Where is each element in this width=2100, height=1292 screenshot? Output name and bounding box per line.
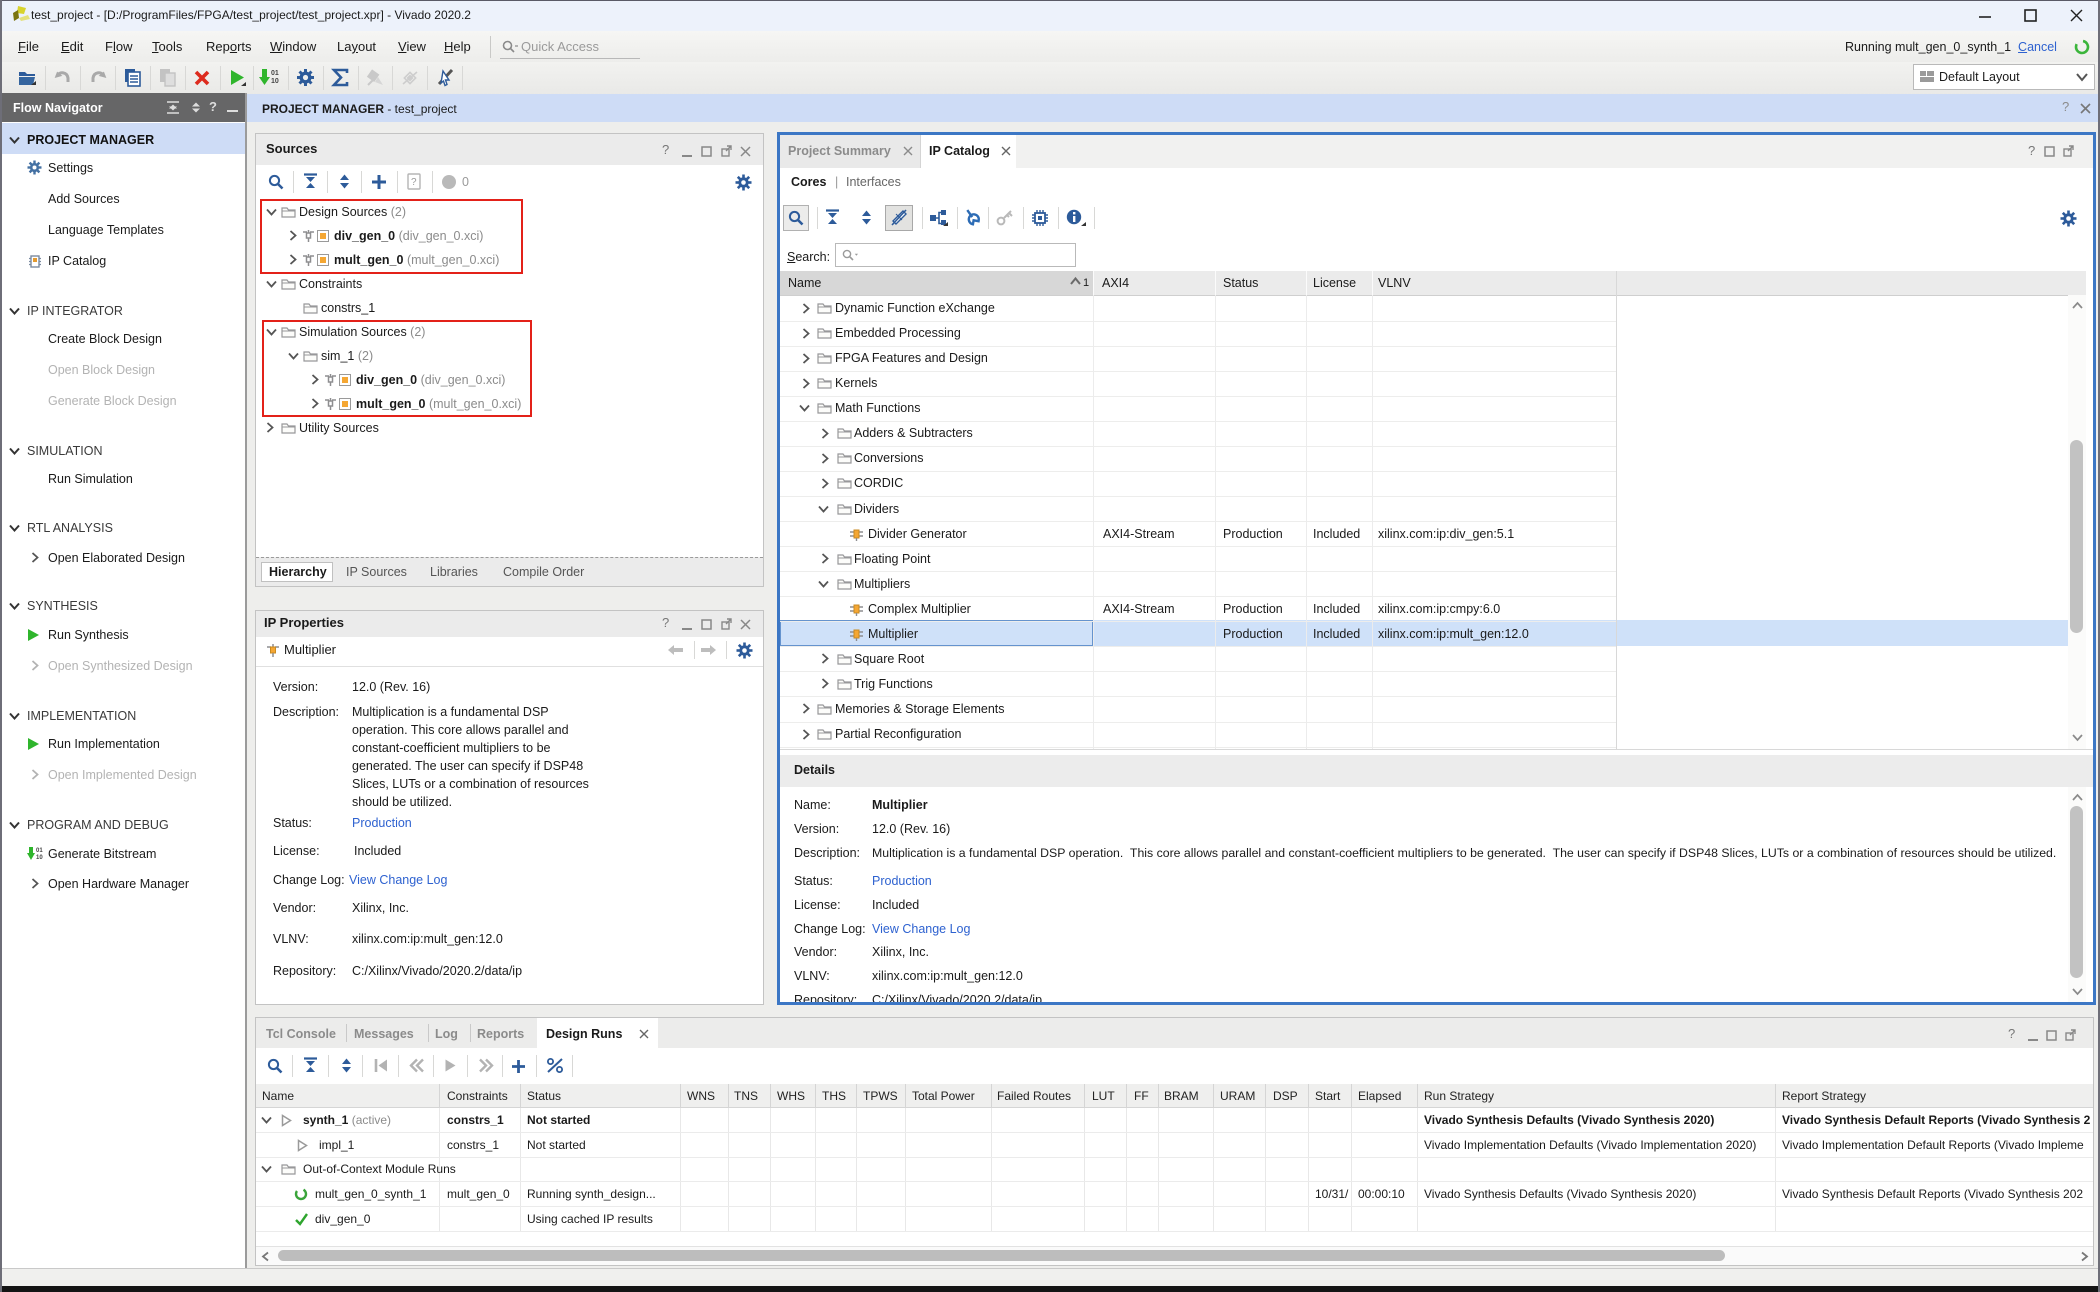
svg-text:01: 01 bbox=[271, 70, 279, 77]
svg-text:10: 10 bbox=[271, 78, 279, 85]
svg-text:?: ? bbox=[411, 177, 417, 188]
svg-text:01: 01 bbox=[36, 848, 43, 854]
svg-text:10: 10 bbox=[36, 855, 43, 861]
